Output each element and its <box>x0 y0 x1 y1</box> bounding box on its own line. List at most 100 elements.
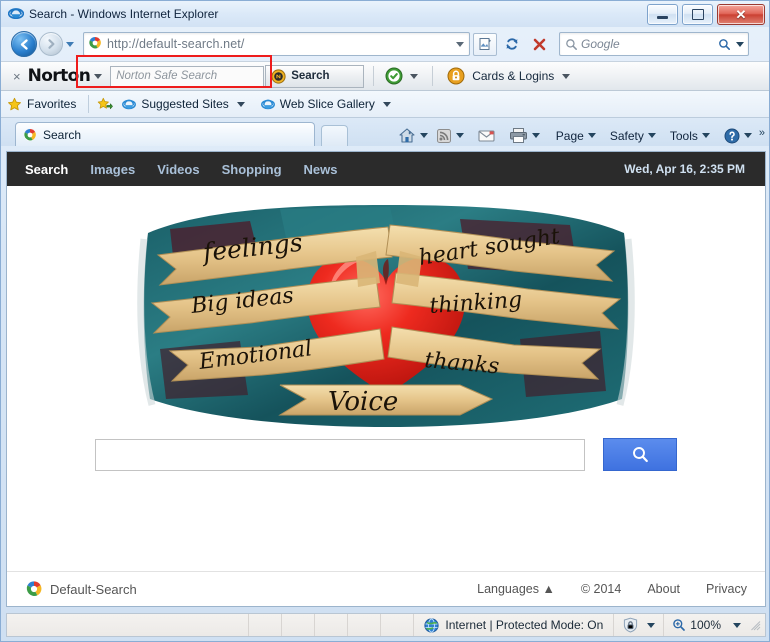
default-search-logo <box>25 580 43 598</box>
address-input[interactable]: http://default-search.net/ <box>83 32 470 56</box>
heart-and-ribbons-illustration: feelings Big ideas Emotional Voice heart… <box>130 199 642 431</box>
favorites-separator <box>88 95 90 113</box>
norton-status-caret[interactable] <box>410 73 419 79</box>
footer-link-about[interactable]: About <box>647 582 680 596</box>
refresh-button[interactable] <box>500 33 524 56</box>
search-input[interactable]: Google <box>559 32 749 56</box>
page-viewport: Search Images Videos Shopping News Wed, … <box>6 151 766 607</box>
feeds-button[interactable] <box>432 128 468 144</box>
footer-brand-label: Default-Search <box>50 581 137 597</box>
address-bar: http://default-search.net/ Google <box>1 27 769 88</box>
hero-banner: feelings Big ideas Emotional Voice heart… <box>7 186 765 444</box>
help-caret[interactable] <box>743 133 752 138</box>
protected-mode-indicator[interactable] <box>613 614 663 636</box>
nav-item-news[interactable]: News <box>304 162 338 177</box>
safety-caret[interactable] <box>647 133 656 138</box>
command-bar: Page Safety Tools » <box>394 127 765 144</box>
back-button[interactable] <box>11 31 37 57</box>
internet-globe-icon <box>424 617 440 633</box>
print-caret[interactable] <box>531 133 540 138</box>
nav-item-shopping[interactable]: Shopping <box>222 162 282 177</box>
home-button[interactable] <box>394 127 432 144</box>
footer-copyright: © 2014 <box>580 582 622 596</box>
norton-badge-icon <box>271 68 286 84</box>
compatibility-view-button[interactable] <box>473 32 497 56</box>
norton-safe-check-icon[interactable] <box>385 67 403 85</box>
search-go-icon[interactable] <box>718 38 731 51</box>
search-provider-dropdown[interactable] <box>736 41 744 47</box>
security-zone-text: Internet | Protected Mode: On <box>445 618 604 632</box>
safety-menu-label: Safety <box>609 128 644 143</box>
cards-logins-label[interactable]: Cards & Logins <box>472 69 554 83</box>
add-to-favorites-icon[interactable] <box>97 97 114 112</box>
read-mail-button[interactable] <box>474 129 499 143</box>
norton-menu-caret[interactable] <box>94 73 103 79</box>
favorites-button[interactable]: Favorites <box>7 97 76 112</box>
ie-page-icon <box>260 97 275 111</box>
norton-search-button[interactable]: Search <box>265 64 365 88</box>
nav-item-search[interactable]: Search <box>25 162 68 177</box>
tools-menu-label: Tools <box>669 128 698 143</box>
status-cell-5 <box>380 614 413 636</box>
page-menu-label: Page <box>555 128 584 143</box>
safety-menu[interactable]: Safety <box>606 129 660 143</box>
footer-link-languages[interactable]: Languages ▲ <box>477 582 555 596</box>
zoom-level-label: 100% <box>690 618 721 632</box>
norton-safe-search-input[interactable]: Norton Safe Search <box>110 65 265 87</box>
ie-page-icon <box>122 97 137 111</box>
norton-separator-2 <box>432 66 434 86</box>
tools-menu[interactable]: Tools <box>666 129 714 143</box>
help-button[interactable] <box>720 128 756 144</box>
zoom-control[interactable]: 100% <box>663 614 749 636</box>
norton-safe-search-placeholder: Norton Safe Search <box>116 70 218 82</box>
web-slice-gallery-item[interactable]: Web Slice Gallery <box>260 97 391 111</box>
cards-logins-caret[interactable] <box>562 73 571 79</box>
security-zone[interactable]: Internet | Protected Mode: On <box>413 614 613 636</box>
web-slice-gallery-caret[interactable] <box>382 101 391 107</box>
status-cell-2 <box>281 614 314 636</box>
page-caret[interactable] <box>587 133 596 138</box>
minimize-button[interactable] <box>647 4 678 25</box>
ie-icon <box>7 5 25 24</box>
norton-search-button-label: Search <box>291 70 330 82</box>
norton-brand-label: Norton <box>27 66 91 86</box>
suggested-sites-item[interactable]: Suggested Sites <box>122 97 245 111</box>
nav-item-images[interactable]: Images <box>90 162 135 177</box>
zoom-magnifier-icon <box>672 618 686 632</box>
norton-close-icon[interactable]: × <box>13 69 21 84</box>
footer-link-privacy[interactable]: Privacy <box>706 582 747 596</box>
stop-button[interactable] <box>527 33 551 56</box>
page-menu[interactable]: Page <box>552 129 600 143</box>
feeds-caret[interactable] <box>455 133 464 138</box>
status-message-area <box>7 614 248 636</box>
status-bar: Internet | Protected Mode: On 100% <box>6 613 766 637</box>
maximize-button[interactable] <box>682 4 713 25</box>
tab-label: Search <box>43 127 82 142</box>
default-search-favicon <box>88 36 102 53</box>
protected-mode-icon <box>622 617 639 633</box>
close-icon: ✕ <box>735 7 747 22</box>
ribbon-word-voice: Voice <box>328 387 398 417</box>
status-cell-4 <box>347 614 380 636</box>
resize-grip[interactable] <box>751 620 761 631</box>
status-cell-3 <box>314 614 347 636</box>
address-dropdown-caret[interactable] <box>456 41 464 47</box>
print-button[interactable] <box>505 127 544 144</box>
tab-search[interactable]: Search <box>15 122 315 146</box>
new-tab-button[interactable] <box>321 125 348 146</box>
norton-separator-1 <box>373 66 375 86</box>
command-bar-overflow[interactable]: » <box>759 127 765 139</box>
default-search-favicon <box>23 128 37 142</box>
security-caret[interactable] <box>647 622 656 628</box>
search-placeholder: Google <box>581 37 620 51</box>
forward-button[interactable] <box>39 32 63 56</box>
zoom-caret[interactable] <box>733 622 741 628</box>
home-caret[interactable] <box>419 133 428 138</box>
tools-caret[interactable] <box>701 133 710 138</box>
recent-pages-dropdown[interactable] <box>66 41 74 47</box>
close-button[interactable]: ✕ <box>717 4 765 25</box>
suggested-sites-caret[interactable] <box>236 101 245 107</box>
nav-item-videos[interactable]: Videos <box>157 162 199 177</box>
star-icon <box>7 97 22 112</box>
window-controls: ✕ <box>647 4 765 25</box>
